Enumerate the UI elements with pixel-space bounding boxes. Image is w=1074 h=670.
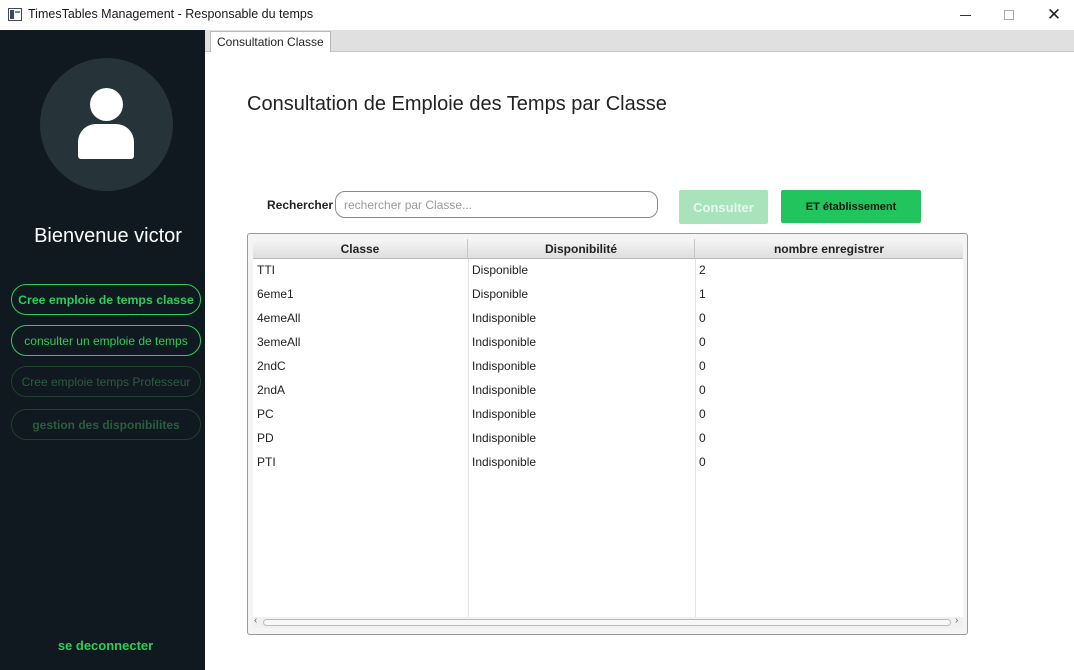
scrollbar-thumb[interactable] bbox=[263, 619, 951, 626]
app-icon bbox=[8, 8, 22, 21]
user-icon-head bbox=[90, 88, 123, 121]
table-row[interactable]: PD Indisponible 0 bbox=[253, 431, 963, 455]
table-row[interactable]: PTI Indisponible 0 bbox=[253, 455, 963, 479]
create-class-timetable-button[interactable]: Cree emploie de temps classe bbox=[11, 284, 201, 315]
consult-button[interactable]: Consulter bbox=[679, 190, 768, 224]
cell-classe: PC bbox=[257, 407, 274, 421]
window-title: TimesTables Management - Responsable du … bbox=[28, 7, 314, 21]
cell-classe: PTI bbox=[257, 455, 276, 469]
scroll-right-icon[interactable]: › bbox=[955, 615, 958, 626]
table-row[interactable]: 4emeAll Indisponible 0 bbox=[253, 311, 963, 335]
consult-timetable-button[interactable]: consulter un emploie de temps bbox=[11, 325, 201, 356]
welcome-text: Bienvenue victor bbox=[34, 225, 182, 247]
cell-nombre: 0 bbox=[699, 311, 706, 325]
tab-consultation-classe[interactable]: Consultation Classe bbox=[210, 31, 331, 52]
close-icon: ✕ bbox=[1046, 5, 1062, 24]
maximize-button[interactable] bbox=[986, 0, 1032, 30]
sidebar: Bienvenue victor Cree emploie de temps c… bbox=[0, 30, 205, 670]
table-rows: TTI Disponible 2 6eme1 Disponible 1 4emeAll Ind… bbox=[253, 263, 963, 479]
cell-classe: 6eme1 bbox=[257, 287, 294, 301]
table-row[interactable]: TTI Disponible 2 bbox=[253, 263, 963, 287]
column-header-nombre[interactable]: nombre enregistrer bbox=[695, 239, 963, 259]
cell-classe: 2ndA bbox=[257, 383, 286, 397]
close-button[interactable]: ✕ bbox=[1031, 0, 1074, 30]
user-icon-body bbox=[78, 124, 134, 159]
cell-nombre: 0 bbox=[699, 359, 706, 373]
table-row[interactable]: 6eme1 Disponible 1 bbox=[253, 287, 963, 311]
table-row[interactable]: 2ndA Indisponible 0 bbox=[253, 383, 963, 407]
cell-nombre: 0 bbox=[699, 383, 706, 397]
cell-nombre: 0 bbox=[699, 431, 706, 445]
column-header-disponibilite[interactable]: Disponibilité bbox=[468, 239, 695, 259]
cell-classe: TTI bbox=[257, 263, 275, 277]
cell-classe: PD bbox=[257, 431, 274, 445]
avatar bbox=[40, 58, 173, 191]
cell-disponibilite: Indisponible bbox=[472, 407, 537, 421]
window-titlebar: TimesTables Management - Responsable du … bbox=[0, 0, 1074, 30]
table-row[interactable]: PC Indisponible 0 bbox=[253, 407, 963, 431]
class-table[interactable]: Classe Disponibilité nombre enregistrer … bbox=[247, 233, 968, 635]
cell-disponibilite: Indisponible bbox=[472, 311, 537, 325]
establishment-timetable-button[interactable]: ET établissement bbox=[781, 190, 921, 223]
scroll-left-icon[interactable]: ‹ bbox=[254, 615, 257, 626]
page-title: Consultation de Emploie des Temps par Cl… bbox=[247, 93, 667, 115]
minimize-icon bbox=[959, 14, 971, 16]
cell-nombre: 0 bbox=[699, 455, 706, 469]
table-body-area: Classe Disponibilité nombre enregistrer … bbox=[253, 239, 963, 621]
table-header: Classe Disponibilité nombre enregistrer bbox=[253, 239, 963, 259]
tab-strip: Consultation Classe bbox=[205, 30, 1074, 52]
cell-classe: 4emeAll bbox=[257, 311, 301, 325]
cell-classe: 3emeAll bbox=[257, 335, 301, 349]
search-label: Rechercher bbox=[267, 198, 334, 212]
minimize-button[interactable] bbox=[942, 0, 988, 30]
cell-nombre: 0 bbox=[699, 335, 706, 349]
create-teacher-timetable-button[interactable]: Cree emploie temps Professeur bbox=[11, 366, 201, 397]
cell-disponibilite: Indisponible bbox=[472, 431, 537, 445]
cell-classe: 2ndC bbox=[257, 359, 286, 373]
maximize-icon bbox=[1004, 10, 1014, 20]
cell-nombre: 2 bbox=[699, 263, 706, 277]
horizontal-scrollbar[interactable]: ‹ › bbox=[253, 615, 963, 628]
cell-disponibilite: Disponible bbox=[472, 263, 529, 277]
logout-link[interactable]: se deconnecter bbox=[0, 638, 211, 653]
cell-disponibilite: Disponible bbox=[472, 287, 529, 301]
cell-disponibilite: Indisponible bbox=[472, 335, 537, 349]
column-header-classe[interactable]: Classe bbox=[253, 239, 468, 259]
search-input[interactable] bbox=[335, 191, 658, 218]
table-row[interactable]: 2ndC Indisponible 0 bbox=[253, 359, 963, 383]
table-row[interactable]: 3emeAll Indisponible 0 bbox=[253, 335, 963, 359]
cell-disponibilite: Indisponible bbox=[472, 359, 537, 373]
cell-disponibilite: Indisponible bbox=[472, 455, 537, 469]
manage-availability-button[interactable]: gestion des disponibilites bbox=[11, 409, 201, 440]
cell-disponibilite: Indisponible bbox=[472, 383, 537, 397]
cell-nombre: 1 bbox=[699, 287, 706, 301]
cell-nombre: 0 bbox=[699, 407, 706, 421]
